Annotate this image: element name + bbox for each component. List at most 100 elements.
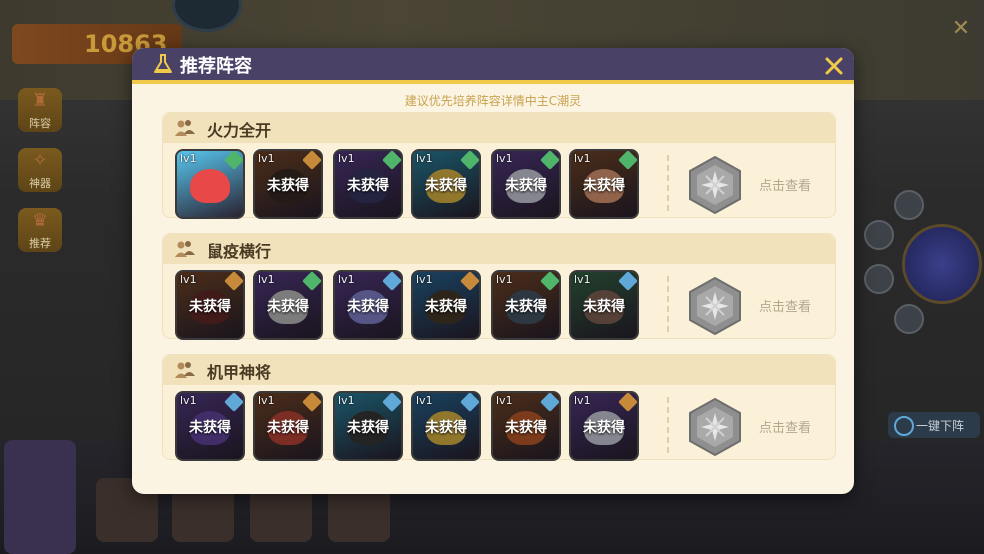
hero-card[interactable]: lv1 未获得 xyxy=(333,270,403,340)
hero-card[interactable]: lv1 未获得 xyxy=(175,270,245,340)
view-details-link[interactable]: 点击查看 xyxy=(759,175,811,194)
artifact-hex-icon[interactable] xyxy=(687,155,743,215)
locked-label: 未获得 xyxy=(505,420,547,436)
locked-label: 未获得 xyxy=(425,178,467,194)
lineup-section: 鼠疫横行 lv1 未获得 lv1 未获得 lv1 未获得 lv1 未获得 lv1 未获得 lv1 未获得… xyxy=(162,233,836,340)
locked-label: 未获得 xyxy=(505,178,547,194)
hero-card[interactable]: lv1 未获得 xyxy=(253,391,323,461)
locked-label: 未获得 xyxy=(347,299,389,315)
hero-card[interactable]: lv1 未获得 xyxy=(411,149,481,219)
close-icon[interactable] xyxy=(824,56,844,76)
locked-label: 未获得 xyxy=(583,178,625,194)
section-divider xyxy=(667,155,669,211)
hero-card[interactable]: lv1 未获得 xyxy=(333,149,403,219)
hero-card[interactable]: lv1 xyxy=(175,149,245,219)
recommend-icon: ♛ xyxy=(31,210,49,231)
flask-icon xyxy=(154,54,172,73)
locked-label: 未获得 xyxy=(267,178,309,194)
side-item-label: 神器 xyxy=(29,177,51,190)
wheel-slot[interactable] xyxy=(864,220,894,250)
hero-level: lv1 xyxy=(416,394,433,407)
locked-label: 未获得 xyxy=(267,420,309,436)
artifact-hex-icon[interactable] xyxy=(687,276,743,336)
hero-level: lv1 xyxy=(574,152,591,165)
hero-level: lv1 xyxy=(258,152,275,165)
element-icon xyxy=(224,151,243,170)
hero-card[interactable]: lv1 未获得 xyxy=(253,270,323,340)
view-details-link[interactable]: 点击查看 xyxy=(759,296,811,315)
section-title: 火力全开 xyxy=(207,121,272,140)
side-item-lineup[interactable]: ♜ 阵容 xyxy=(18,88,62,132)
hero-level: lv1 xyxy=(496,273,513,286)
locked-label: 未获得 xyxy=(347,178,389,194)
locked-label: 未获得 xyxy=(189,420,231,436)
locked-label: 未获得 xyxy=(583,420,625,436)
hero-level: lv1 xyxy=(574,394,591,407)
hero-level: lv1 xyxy=(180,273,197,286)
group-icon xyxy=(175,241,195,257)
hero-level: lv1 xyxy=(416,273,433,286)
dialog-title: 推荐阵容 xyxy=(180,56,252,77)
hero-level: lv1 xyxy=(496,394,513,407)
side-item-recommend[interactable]: ♛ 推荐 xyxy=(18,208,62,252)
hero-level: lv1 xyxy=(258,394,275,407)
quick-unequip-button[interactable]: 一键下阵 xyxy=(888,412,980,438)
corner-close-icon[interactable]: ✕ xyxy=(950,18,972,40)
refresh-icon xyxy=(894,416,914,436)
dialog-header: 推荐阵容 xyxy=(132,48,854,80)
hero-level: lv1 xyxy=(180,394,197,407)
hero-card[interactable]: lv1 未获得 xyxy=(491,391,561,461)
header-accent-line xyxy=(132,80,854,84)
hero-level: lv1 xyxy=(338,273,355,286)
hero-level: lv1 xyxy=(416,152,433,165)
hero-level: lv1 xyxy=(496,152,513,165)
hero-card[interactable]: lv1 未获得 xyxy=(569,391,639,461)
side-item-label: 阵容 xyxy=(29,117,51,130)
hero-portrait xyxy=(190,169,230,203)
locked-label: 未获得 xyxy=(505,299,547,315)
hero-card[interactable]: lv1 未获得 xyxy=(491,270,561,340)
hero-card[interactable]: lv1 未获得 xyxy=(569,149,639,219)
artifact-icon: ✧ xyxy=(32,150,48,171)
bottom-left-panel[interactable] xyxy=(4,440,76,554)
view-details-link[interactable]: 点击查看 xyxy=(759,417,811,436)
artifact-wheel xyxy=(864,190,984,340)
locked-label: 未获得 xyxy=(347,420,389,436)
side-item-label: 推荐 xyxy=(29,237,51,250)
hero-card[interactable]: lv1 未获得 xyxy=(253,149,323,219)
side-item-artifact[interactable]: ✧ 神器 xyxy=(18,148,62,192)
wheel-core[interactable] xyxy=(902,224,982,304)
section-title: 鼠疫横行 xyxy=(207,242,272,261)
wheel-slot[interactable] xyxy=(894,190,924,220)
locked-label: 未获得 xyxy=(189,299,231,315)
hero-card[interactable]: lv1 未获得 xyxy=(411,270,481,340)
lineup-icon: ♜ xyxy=(31,90,49,111)
locked-label: 未获得 xyxy=(425,420,467,436)
hero-level: lv1 xyxy=(180,152,197,165)
section-header: 火力全开 xyxy=(163,113,835,143)
group-icon xyxy=(175,120,195,136)
hero-card[interactable]: lv1 未获得 xyxy=(491,149,561,219)
locked-label: 未获得 xyxy=(425,299,467,315)
hero-level: lv1 xyxy=(258,273,275,286)
recommended-lineup-dialog: 推荐阵容 建议优先培养阵容详情中主C潮灵 火力全开 lv1 lv1 未获得 lv1 未获得… xyxy=(132,48,854,494)
wheel-slot[interactable] xyxy=(864,264,894,294)
dialog-subtitle: 建议优先培养阵容详情中主C潮灵 xyxy=(404,94,582,108)
group-icon xyxy=(175,362,195,378)
hero-card[interactable]: lv1 未获得 xyxy=(333,391,403,461)
section-header: 鼠疫横行 xyxy=(163,234,835,264)
section-header: 机甲神将 xyxy=(163,355,835,385)
hero-card[interactable]: lv1 未获得 xyxy=(411,391,481,461)
lineup-section: 火力全开 lv1 lv1 未获得 lv1 未获得 lv1 未获得 lv1 未获得 lv1 未获得 点击查… xyxy=(162,112,836,219)
section-divider xyxy=(667,276,669,332)
hero-card[interactable]: lv1 未获得 xyxy=(569,270,639,340)
section-title: 机甲神将 xyxy=(207,363,272,382)
wheel-slot[interactable] xyxy=(894,304,924,334)
artifact-hex-icon[interactable] xyxy=(687,397,743,457)
side-menu: ♜ 阵容 ✧ 神器 ♛ 推荐 xyxy=(18,88,64,268)
quick-unequip-label: 一键下阵 xyxy=(916,419,965,433)
locked-label: 未获得 xyxy=(267,299,309,315)
hero-level: lv1 xyxy=(338,152,355,165)
hero-level: lv1 xyxy=(338,394,355,407)
hero-card[interactable]: lv1 未获得 xyxy=(175,391,245,461)
